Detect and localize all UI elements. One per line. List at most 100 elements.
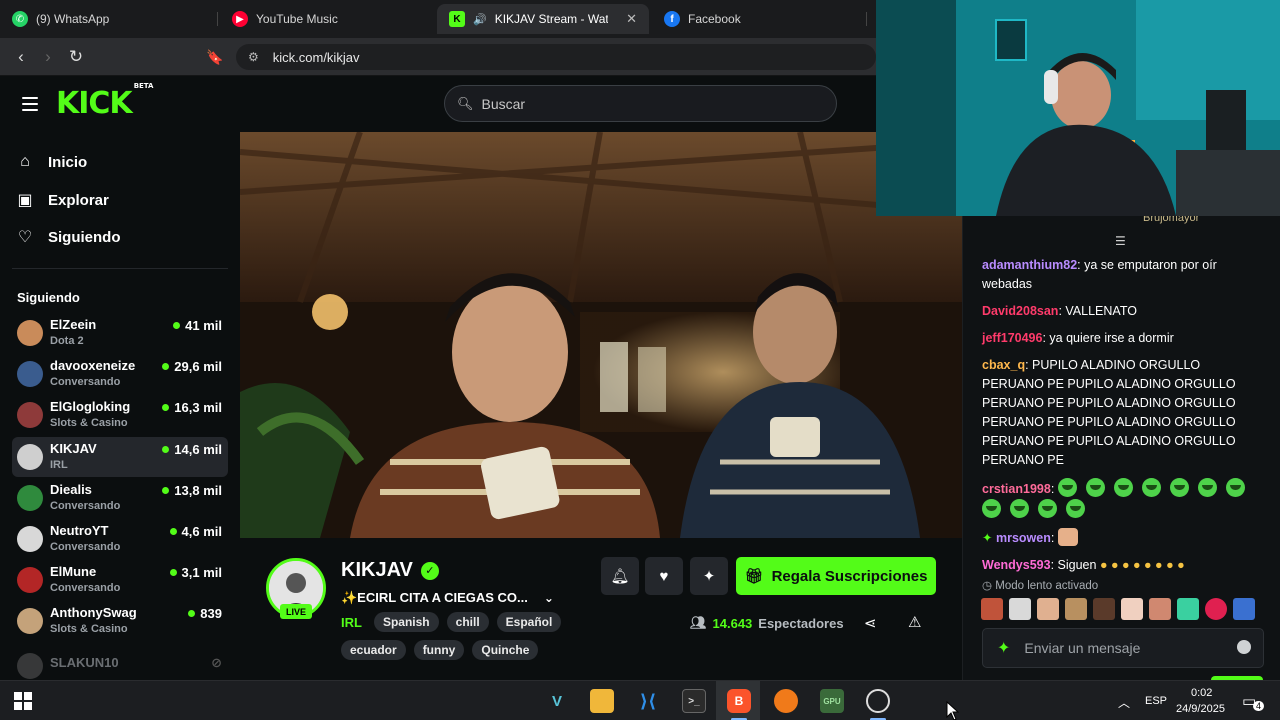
live-badge: LIVE <box>280 604 312 619</box>
close-tab-icon[interactable]: ✕ <box>626 11 637 27</box>
gift-subscriptions-button[interactable]: 🎁︎ Regala Suscripciones <box>736 557 936 595</box>
avatar[interactable] <box>1093 598 1115 620</box>
recent-chatters <box>981 598 1255 620</box>
screen: ✆ (9) WhatsApp ▶ YouTube Music K 🔊 KIKJA… <box>0 0 1280 720</box>
chat-username[interactable]: Wendys593 <box>982 558 1051 572</box>
tag[interactable]: Spanish <box>373 612 439 632</box>
stream-info: LIVE KIKJAV ✓ ✨ECIRL CITA A CIEGAS CO...… <box>240 538 962 680</box>
avatar[interactable] <box>981 598 1003 620</box>
tag[interactable]: ecuador <box>341 640 406 660</box>
emote-icon <box>1141 478 1161 497</box>
channel-item[interactable]: Diealis Conversando 13,8 mil <box>12 478 228 518</box>
avatar[interactable] <box>1233 598 1255 620</box>
address-bar[interactable]: ⚙ kick.com/kikjav <box>236 44 876 70</box>
fl-studio-icon[interactable] <box>774 689 798 713</box>
avatar[interactable] <box>1065 598 1087 620</box>
vs-installer-icon[interactable]: V <box>545 689 569 713</box>
emote-icon <box>1085 478 1105 497</box>
channel-item[interactable]: ElZeein Dota 2 41 mil <box>12 313 228 353</box>
channel-item-selected[interactable]: KIKJAV IRL 14,6 mil <box>12 437 228 477</box>
chat-username[interactable]: David208san <box>982 304 1058 318</box>
channel-item[interactable]: ElGlogloking Slots & Casino 16,3 mil <box>12 395 228 435</box>
clock-time[interactable]: 0:02 <box>1191 687 1212 699</box>
obs-icon[interactable] <box>866 689 890 713</box>
tray-expand-icon[interactable]: ︿ <box>1118 694 1130 711</box>
badge-icon: ✦ <box>982 531 993 545</box>
channel-item[interactable]: ElMune Conversando 3,1 mil <box>12 560 228 600</box>
notifications-button[interactable]: 🔔︎ <box>601 557 639 595</box>
video-player[interactable] <box>240 132 962 538</box>
back-icon[interactable]: ‹ <box>10 46 32 68</box>
chat-input[interactable]: ✦ Enviar un mensaje <box>982 628 1264 668</box>
follow-button[interactable]: ♥ <box>645 557 683 595</box>
avatar[interactable] <box>1009 598 1031 620</box>
windows-start-icon[interactable] <box>10 689 36 713</box>
chat-username[interactable]: crstian1998 <box>982 482 1051 496</box>
tab-whatsapp[interactable]: ✆ (9) WhatsApp <box>0 4 121 34</box>
tab-facebook[interactable]: f Facebook <box>652 4 753 34</box>
chat-username[interactable]: mrsowen <box>996 531 1051 545</box>
chat-message: jeff170496: ya quiere irse a dormir <box>982 331 1174 345</box>
chat-username[interactable]: cbax_q <box>982 358 1025 372</box>
tag[interactable]: Quinche <box>472 640 539 660</box>
category-link[interactable]: IRL <box>341 615 362 630</box>
avatar[interactable] <box>1037 598 1059 620</box>
vscode-icon[interactable]: ⟩⟨ <box>636 689 660 713</box>
avatar[interactable] <box>1205 598 1227 620</box>
sidebar: ⌂ Inicio ▣ Explorar ♡ Siguiendo Siguiend… <box>0 132 240 680</box>
slow-mode-notice: ◷ Modo lento activado <box>982 580 1099 592</box>
sparkle-button[interactable]: ✦ <box>690 557 728 595</box>
chevron-down-icon[interactable]: ⌄ <box>544 591 554 605</box>
channel-item[interactable]: AnthonySwag Slots & Casino 839 <box>12 601 228 641</box>
webcam-overlay <box>876 0 1280 216</box>
reload-icon[interactable]: ↻ <box>65 46 87 68</box>
emoji-icon[interactable] <box>1237 640 1251 654</box>
chat-username[interactable]: adamanthium82 <box>982 258 1077 272</box>
forward-icon[interactable]: › <box>37 46 59 68</box>
offline-icon: ⊘ <box>211 655 222 670</box>
chat-messages: adamanthium82: ya se emputaron por oír w… <box>982 256 1264 583</box>
avatar[interactable] <box>1177 598 1199 620</box>
sidebar-item-inicio[interactable]: ⌂ Inicio <box>16 148 87 176</box>
tab-kikjav-stream[interactable]: K 🔊 KIKJAV Stream - Watch Liv ✕ <box>437 4 649 34</box>
whatsapp-icon: ✆ <box>12 11 28 27</box>
tag[interactable]: chill <box>446 612 489 632</box>
terminal-icon[interactable]: >_ <box>682 689 706 713</box>
search-input[interactable]: 🔍︎ Buscar <box>444 85 837 122</box>
kick-logo[interactable]: KICK BETA <box>56 82 153 121</box>
tag[interactable]: funny <box>413 640 465 660</box>
tags-row: ecuador funny Quinche <box>341 640 539 660</box>
chat-message: Wendys593: Siguen ● ● ● ● ● ● ● ● <box>982 558 1185 572</box>
menu-icon[interactable] <box>22 97 38 111</box>
sidebar-item-explorar[interactable]: ▣ Explorar <box>16 186 108 214</box>
channel-item[interactable]: NeutroYT Conversando 4,6 mil <box>12 519 228 559</box>
channel-item[interactable]: davooxeneize Conversando 29,6 mil <box>12 354 228 394</box>
viewer-count: 41 mil <box>173 318 222 333</box>
pinned-list-icon[interactable]: ☰ <box>1115 234 1126 248</box>
chat-username[interactable]: jeff170496 <box>982 331 1042 345</box>
share-icon[interactable]: ⋖ <box>864 614 877 632</box>
url-text: kick.com/kikjav <box>272 49 360 65</box>
tab-separator <box>217 12 218 26</box>
site-settings-icon[interactable]: ⚙ <box>248 50 259 64</box>
tag[interactable]: Español <box>496 612 562 632</box>
notification-count: 4 <box>1253 701 1265 711</box>
emote-icon <box>1057 478 1077 497</box>
youtube-music-icon: ▶ <box>232 11 248 27</box>
report-icon[interactable]: ⚠ <box>908 613 921 631</box>
gpu-monitor-icon[interactable]: GPU <box>820 689 844 713</box>
sidebar-item-siguiendo[interactable]: ♡ Siguiendo <box>16 223 121 251</box>
following-section-title: Siguiendo <box>17 290 80 305</box>
input-language[interactable]: ESP <box>1145 695 1167 707</box>
avatar <box>17 361 43 387</box>
sparkle-icon[interactable]: ✦ <box>997 638 1010 658</box>
file-explorer-icon[interactable] <box>590 689 614 713</box>
brave-browser-icon[interactable]: B <box>727 689 751 713</box>
clock-date[interactable]: 24/9/2025 <box>1176 703 1225 715</box>
avatar[interactable] <box>1149 598 1171 620</box>
bookmark-icon[interactable]: 🔖 <box>204 46 226 68</box>
avatar[interactable] <box>1121 598 1143 620</box>
channel-name[interactable]: KIKJAV ✓ <box>341 559 439 582</box>
tab-youtube-music[interactable]: ▶ YouTube Music <box>220 4 350 34</box>
mouse-cursor-icon <box>946 701 960 720</box>
